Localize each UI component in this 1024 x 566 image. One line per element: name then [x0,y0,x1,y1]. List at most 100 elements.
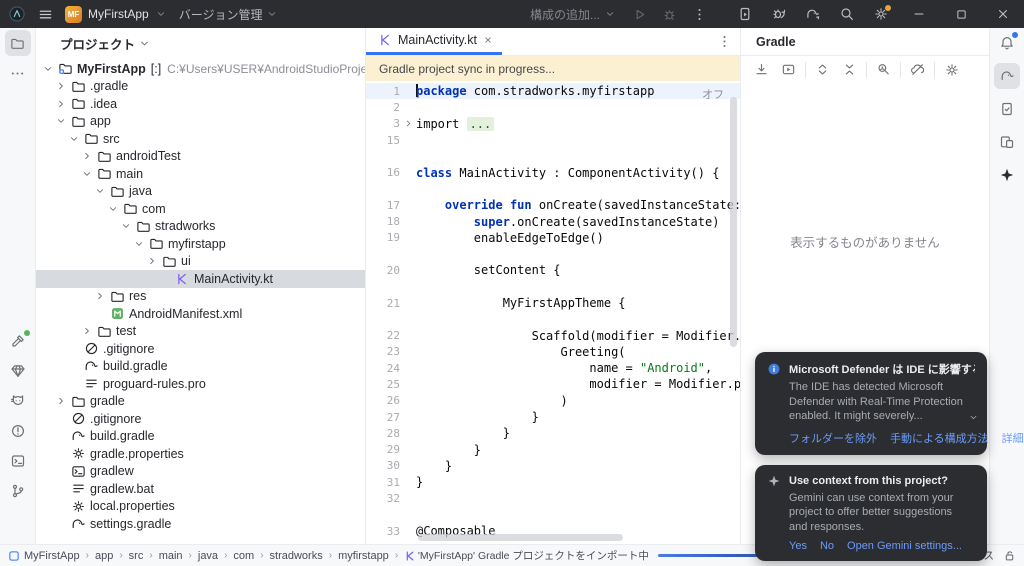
tree-row-local.properties[interactable]: local.properties [36,498,365,516]
code-line[interactable]: 18 super.onCreate(savedInstanceState) [366,213,740,229]
line-number[interactable]: 31 [366,476,400,489]
chevron-down-icon[interactable] [53,115,69,127]
tree-row-androidtest[interactable]: androidTest [36,148,365,166]
code-editor[interactable]: 1package com.stradworks.myfirstapp 2 3impo… [366,81,740,544]
chevron-down-icon[interactable] [105,203,121,215]
close-button[interactable] [982,0,1024,28]
toast-link[interactable]: Yes [789,540,807,552]
fold-icon[interactable] [400,118,416,129]
code-line[interactable] [366,181,740,197]
chevron-right-icon[interactable] [53,395,69,407]
line-number[interactable]: 2 [366,101,400,114]
run-config-selector[interactable]: 構成の追加... [530,6,616,23]
analyze-dependencies-icon[interactable] [870,59,897,81]
device-manager-icon[interactable] [728,0,762,28]
code-line[interactable]: 16class MainActivity : ComponentActivity… [366,164,740,180]
run-icon[interactable] [624,0,654,28]
tree-row-.gitignore[interactable]: .gitignore [36,340,365,358]
chevron-right-icon[interactable] [144,255,160,267]
code-line[interactable]: 20 setContent { [366,262,740,278]
tree-row-settings.gradle[interactable]: settings.gradle [36,515,365,533]
chevron-down-icon[interactable] [131,238,147,250]
tree-row-ui[interactable]: ui [36,253,365,271]
code-line[interactable]: 28 } [366,425,740,441]
toast-link[interactable]: No [820,540,834,552]
code-line[interactable]: 25 modifier = Modifier.padding(innerPadd… [366,376,740,392]
project-panel-title[interactable]: プロジェクト [60,34,135,53]
line-number[interactable]: 16 [366,166,400,179]
tree-row-proguard-rules.pro[interactable]: proguard-rules.pro [36,375,365,393]
app-quality-insights-icon[interactable] [5,358,31,384]
notifications-icon[interactable] [994,30,1020,56]
highlight-level-badge[interactable]: オフ [702,86,724,102]
chevron-down-icon[interactable] [968,412,979,423]
running-devices-icon[interactable] [994,96,1020,122]
vcs-widget[interactable]: バージョン管理 [179,6,279,23]
line-number[interactable]: 15 [366,134,400,147]
expand-all-icon[interactable] [809,59,836,81]
code-line[interactable] [366,311,740,327]
code-line[interactable]: 15 [366,132,740,148]
collapse-all-icon[interactable] [836,59,863,81]
logcat-icon[interactable] [5,388,31,414]
chevron-down-icon[interactable] [79,168,95,180]
tab-mainactivity[interactable]: MainActivity.kt [366,28,502,55]
line-number[interactable]: 26 [366,394,400,407]
code-line[interactable]: 2 [366,99,740,115]
breadcrumb-item[interactable]: myfirstapp [338,550,389,562]
line-number[interactable]: 21 [366,297,400,310]
line-number[interactable]: 17 [366,199,400,212]
breadcrumb-item[interactable]: com [233,550,254,562]
code-line[interactable]: 23 Greeting( [366,344,740,360]
line-number[interactable]: 33 [366,525,400,538]
line-number[interactable]: 27 [366,411,400,424]
code-line[interactable] [366,246,740,262]
code-line[interactable]: 26 ) [366,393,740,409]
tree-row-java[interactable]: java [36,183,365,201]
code-line[interactable]: 32 [366,490,740,506]
minimize-button[interactable] [898,0,940,28]
profiler-icon[interactable] [762,0,796,28]
chevron-down-icon[interactable] [40,63,56,75]
tree-row-app[interactable]: app [36,113,365,131]
code-line[interactable]: 30 } [366,458,740,474]
project-tool-icon[interactable] [5,30,31,56]
breadcrumb-item[interactable]: main [159,550,183,562]
tree-row-gradlew[interactable]: gradlew [36,463,365,481]
line-number[interactable]: 20 [366,264,400,277]
code-line[interactable]: 17 override fun onCreate(savedInstanceSt… [366,197,740,213]
code-line[interactable] [366,279,740,295]
terminal-icon[interactable] [5,448,31,474]
tree-row-.gradle[interactable]: .gradle [36,78,365,96]
code-line[interactable]: 22 Scaffold(modifier = Modifier.fillMaxS… [366,327,740,343]
line-number[interactable]: 3 [366,117,400,130]
editor-horizontal-scrollbar[interactable] [418,534,623,541]
toast-link[interactable]: 手動による構成方法 [890,430,989,446]
tree-row-myfirstapp[interactable]: MyFirstApp[:]C:¥Users¥USER¥AndroidStudio… [36,60,365,78]
tree-row-.gitignore[interactable]: .gitignore [36,410,365,428]
line-number[interactable]: 29 [366,443,400,456]
line-number[interactable]: 24 [366,362,400,375]
line-number[interactable]: 32 [366,492,400,505]
toast-link[interactable]: フォルダーを除外 [789,430,877,446]
chevron-right-icon[interactable] [53,80,69,92]
settings-icon[interactable] [864,0,898,28]
tree-row-com[interactable]: com [36,200,365,218]
line-number[interactable]: 19 [366,231,400,244]
code-line[interactable]: 24 name = "Android", [366,360,740,376]
tree-row-myfirstapp[interactable]: myfirstapp [36,235,365,253]
breadcrumb-item[interactable]: stradworks [270,550,323,562]
code-line[interactable]: 27 } [366,409,740,425]
tab-close-icon[interactable] [483,35,493,45]
version-control-icon[interactable] [5,478,31,504]
lock-icon[interactable] [1003,549,1016,562]
main-menu-icon[interactable] [38,7,53,22]
tree-row-res[interactable]: res [36,288,365,306]
chevron-down-icon[interactable] [118,220,134,232]
tree-row-gradle[interactable]: gradle [36,393,365,411]
breadcrumb-item[interactable]: java [198,550,218,562]
code-line[interactable]: 21 MyFirstAppTheme { [366,295,740,311]
code-line[interactable]: 1package com.stradworks.myfirstapp [366,83,740,99]
code-line[interactable]: 3import ... [366,116,740,132]
line-number[interactable]: 28 [366,427,400,440]
